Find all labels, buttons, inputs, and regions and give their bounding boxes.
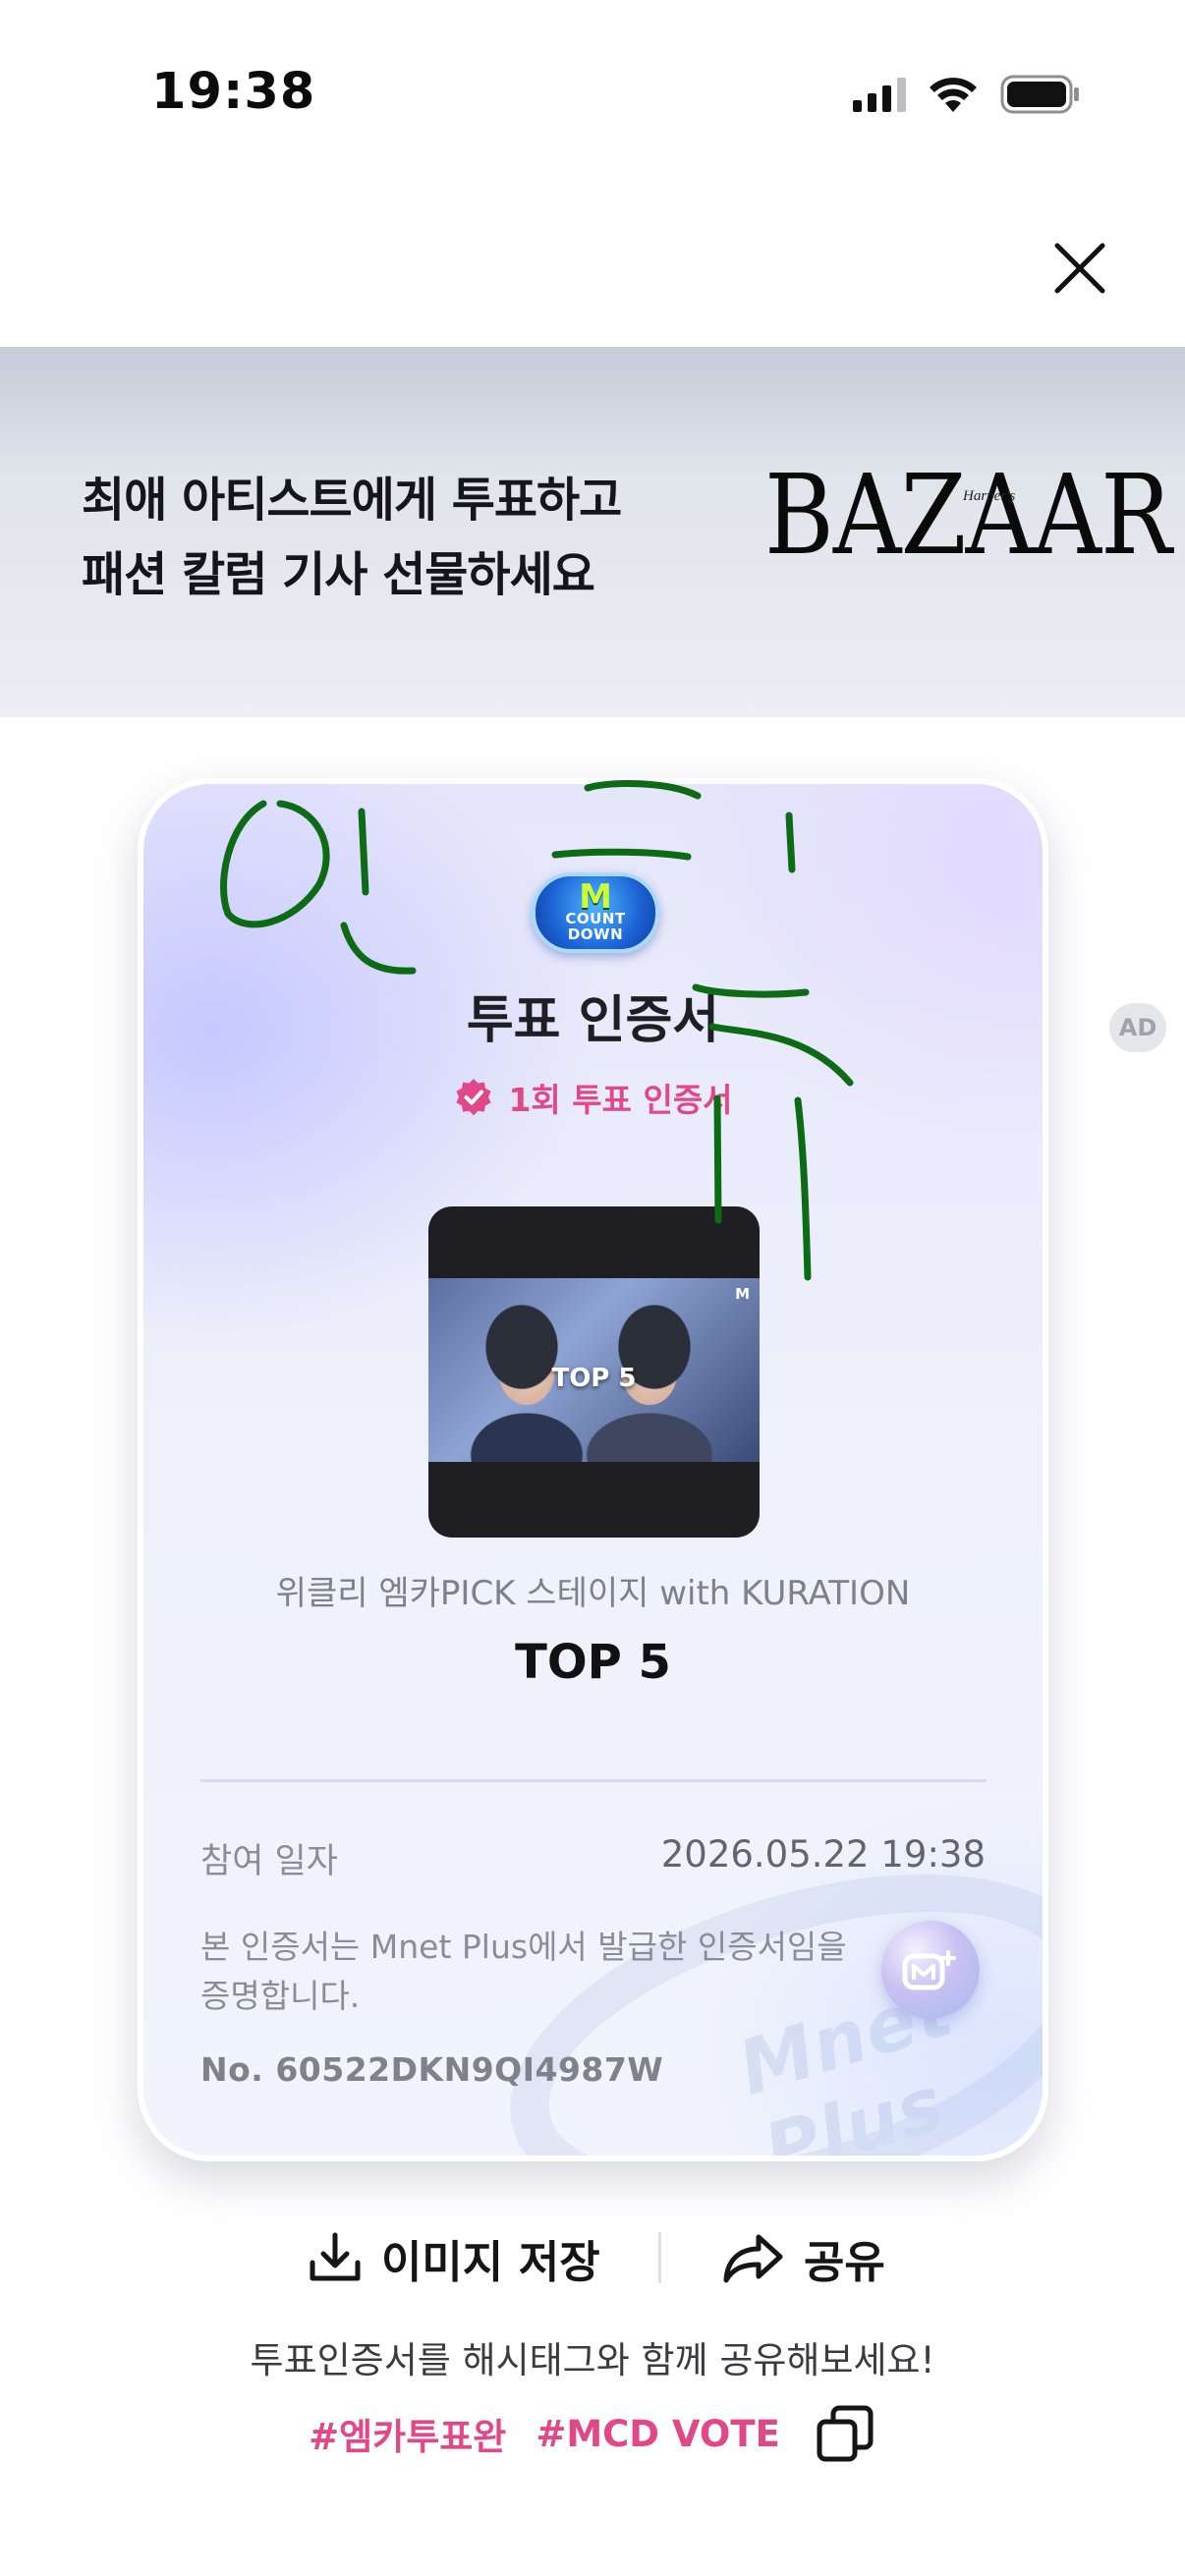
program-name: 위클리 엠카PICK 스테이지 with KURATION xyxy=(275,1574,911,1613)
rank-title: TOP 5 xyxy=(515,1635,671,1690)
hashtag-item[interactable]: #엠카투표완 xyxy=(309,2407,506,2460)
hashtag-item[interactable]: #MCD VOTE xyxy=(536,2413,780,2455)
cellular-signal-icon xyxy=(853,77,906,112)
action-separator xyxy=(658,2232,661,2283)
participation-date-label: 참여 일자 xyxy=(200,1842,338,1881)
share-button[interactable]: 공유 xyxy=(721,2222,885,2293)
share-label: 공유 xyxy=(804,2235,885,2288)
stage-thumbnail: M TOP 5 xyxy=(428,1206,760,1538)
divider xyxy=(200,1779,987,1782)
hashtag-row: #엠카투표완 #MCD VOTE xyxy=(0,2402,1185,2465)
mnet-plus-icon xyxy=(881,1921,980,2019)
copy-hashtags-button[interactable] xyxy=(814,2402,876,2465)
certificate-title: 투표 인증서 xyxy=(466,991,720,1050)
certificate-subtitle-text: 1회 투표 인증서 xyxy=(508,1081,733,1119)
certificate-actions: 이미지 저장 공유 xyxy=(0,2222,1185,2293)
save-image-button[interactable]: 이미지 저장 xyxy=(307,2222,600,2293)
status-icons xyxy=(853,73,1081,116)
share-guide-text: 투표인증서를 해시태그와 함께 공유해보세요! xyxy=(250,2339,935,2381)
close-icon xyxy=(1054,243,1105,294)
mcountdown-logo: M COUNT DOWN xyxy=(532,872,659,953)
participation-date-value: 2026.05.22 19:38 xyxy=(660,1833,986,1876)
status-time: 19:38 xyxy=(151,63,316,121)
bazaar-logo: BAZAAR xyxy=(764,452,1172,580)
vote-certificate-screen: 19:38 최애 아티스트에게 투표하고 패션 칼럼 기사 선물하세요 BAZA… xyxy=(0,0,1185,2576)
thumbnail-caption: TOP 5 xyxy=(551,1364,637,1393)
vote-certificate-card: Mnet Plus M COUNT DOWN 투표 인증서 1회 투표 인증서 … xyxy=(138,778,1048,2161)
status-bar: 19:38 xyxy=(0,0,1185,187)
download-icon xyxy=(310,2232,361,2281)
battery-icon xyxy=(1000,75,1079,114)
ad-badge: AD xyxy=(1109,1003,1166,1052)
bazaar-logo-small: Harper's xyxy=(963,488,1016,504)
certificate-serial: No. 60522DKN9QI4987W xyxy=(200,2050,664,2089)
copy-icon xyxy=(817,2405,874,2462)
close-button[interactable] xyxy=(1045,234,1114,303)
save-image-label: 이미지 저장 xyxy=(381,2235,600,2288)
verified-badge-icon xyxy=(456,1079,492,1116)
ad-copy-line-1: 최애 아티스트에게 투표하고 xyxy=(82,473,622,528)
wifi-icon xyxy=(930,78,977,112)
channel-mark: M xyxy=(735,1285,750,1303)
share-icon xyxy=(723,2234,783,2283)
issue-note: 본 인증서는 Mnet Plus에서 발급한 인증서임을 증명합니다. xyxy=(200,1928,847,2015)
ad-banner[interactable]: 최애 아티스트에게 투표하고 패션 칼럼 기사 선물하세요 BAZAAR Har… xyxy=(0,347,1185,1052)
certificate-subtitle: 1회 투표 인증서 xyxy=(143,1074,1043,1121)
ad-copy: 최애 아티스트에게 투표하고 패션 칼럼 기사 선물하세요 xyxy=(82,463,622,612)
ad-copy-line-2: 패션 칼럼 기사 선물하세요 xyxy=(82,547,595,602)
